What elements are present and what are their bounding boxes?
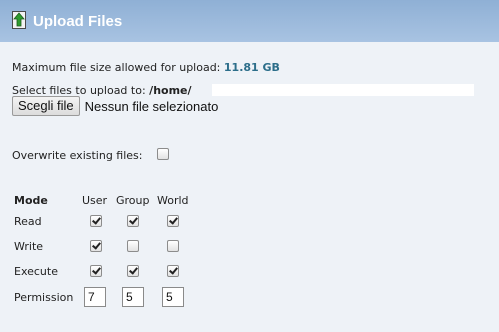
write-group-checkbox[interactable] [127,240,139,252]
overwrite-label: Overwrite existing files: [12,149,143,162]
read-row-label: Read [14,215,42,228]
max-file-size-label: Maximum file size allowed for upload: [12,61,221,74]
no-file-selected-text: Nessun file selezionato [84,98,219,114]
read-user-checkbox[interactable] [90,215,102,227]
write-world-checkbox[interactable] [167,240,179,252]
write-row-label: Write [14,240,44,253]
upload-files-panel: Upload Files Maximum file size allowed f… [0,0,499,332]
overwrite-checkbox[interactable] [157,148,169,160]
upload-arrow-icon [12,11,26,29]
panel-header: Upload Files [0,0,499,42]
world-header: World [157,194,189,207]
group-header: Group [116,194,150,207]
max-file-size-value: 11.81 GB [223,61,280,74]
write-user-checkbox[interactable] [90,240,102,252]
world-permission-input[interactable] [162,287,184,307]
user-permission-input[interactable] [84,287,106,307]
read-group-checkbox[interactable] [127,215,139,227]
choose-file-button[interactable]: Scegli file [12,96,80,116]
page-title: Upload Files [33,13,123,30]
mode-header: Mode [14,194,48,207]
permission-row-label: Permission [14,291,74,304]
group-permission-input[interactable] [122,287,144,307]
target-path-bar [212,84,474,96]
execute-group-checkbox[interactable] [127,265,139,277]
file-chooser: Scegli file Nessun file selezionato [12,96,218,116]
execute-user-checkbox[interactable] [90,265,102,277]
read-world-checkbox[interactable] [167,215,179,227]
execute-row-label: Execute [14,265,58,278]
execute-world-checkbox[interactable] [167,265,179,277]
user-header: User [82,194,108,207]
max-file-size-line: Maximum file size allowed for upload: 11… [12,61,280,74]
